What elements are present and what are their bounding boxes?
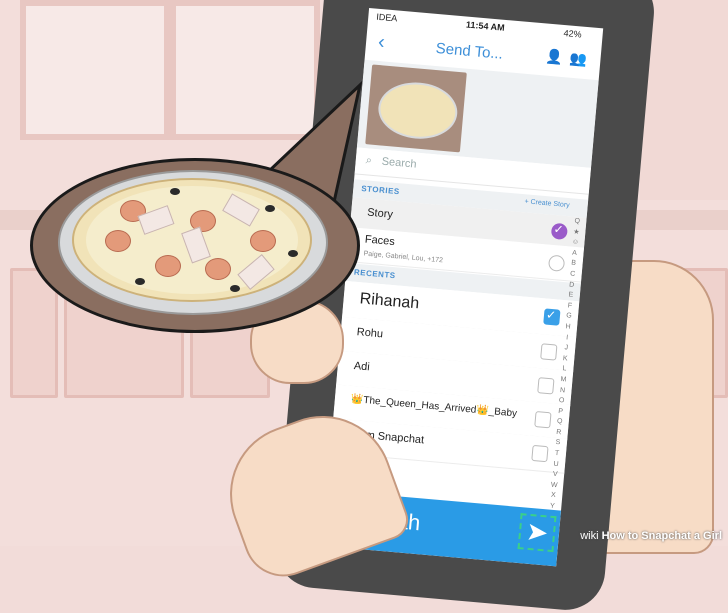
- sausage-topping: [155, 255, 181, 277]
- alphabet-index-letter[interactable]: M: [558, 375, 569, 386]
- alphabet-index-letter[interactable]: O: [556, 396, 567, 407]
- alphabet-index-letter[interactable]: G: [563, 311, 574, 322]
- battery-label: 42%: [563, 28, 583, 40]
- pizza-thumbnail: [376, 79, 460, 142]
- chevron-left-icon[interactable]: ‹: [377, 31, 386, 54]
- send-button[interactable]: [517, 513, 557, 553]
- adi-checkbox[interactable]: [537, 377, 555, 395]
- page-title: Send To...: [435, 39, 504, 63]
- sausage-topping: [205, 258, 231, 280]
- watermark-title: How to Snapchat a Girl: [601, 530, 722, 542]
- wall-right: [640, 0, 728, 200]
- olive-topping: [230, 285, 240, 292]
- alphabet-index-letter[interactable]: Q: [554, 417, 565, 428]
- create-story-link[interactable]: + Create Story: [524, 198, 570, 209]
- rohu-checkbox[interactable]: [540, 343, 558, 361]
- carrier-label: IDEA: [375, 11, 398, 24]
- olive-topping: [265, 205, 275, 212]
- alphabet-index-letter[interactable]: W: [549, 480, 560, 491]
- team-snapchat-checkbox[interactable]: [531, 444, 549, 463]
- alphabet-index-letter[interactable]: Q: [572, 216, 583, 227]
- alphabet-index-letter[interactable]: C: [567, 269, 578, 280]
- adi-label: Adi: [353, 360, 371, 374]
- faces-checkbox[interactable]: [547, 254, 566, 272]
- snap-preview-image: [365, 64, 467, 153]
- send-arrow-icon: [528, 523, 547, 540]
- queen-label: 👑The_Queen_Has_Arrived👑_Baby: [350, 393, 518, 420]
- alphabet-index-letter[interactable]: D: [566, 280, 577, 291]
- queen-checkbox[interactable]: [534, 410, 552, 429]
- rihanah-checkbox[interactable]: ✓: [543, 308, 561, 326]
- window-left: [20, 0, 170, 140]
- alphabet-index-letter[interactable]: U: [551, 459, 562, 470]
- story-label: Story: [366, 206, 394, 221]
- recents-label: RECENTS: [353, 267, 396, 281]
- rohu-label: Rohu: [356, 326, 384, 341]
- add-friend-icon[interactable]: 👤: [545, 48, 564, 66]
- alphabet-index-letter[interactable]: ☺: [570, 238, 581, 249]
- wikihow-watermark: wiki How to Snapchat a Girl: [580, 530, 722, 542]
- alphabet-index-letter[interactable]: R: [553, 428, 564, 439]
- group-icon[interactable]: 👥: [569, 50, 588, 68]
- olive-topping: [288, 250, 298, 257]
- sausage-topping: [105, 230, 131, 252]
- rihanah-label: Rihanah: [358, 290, 420, 313]
- search-placeholder: Search: [381, 155, 418, 171]
- olive-topping: [170, 188, 180, 195]
- story-checkbox[interactable]: ✓: [550, 222, 569, 241]
- faces-members: Paige, Gabriel, Lou, +172: [363, 250, 444, 265]
- clock: 11:54 AM: [465, 19, 506, 33]
- watermark-wiki: wiki: [580, 530, 599, 542]
- olive-topping: [135, 278, 145, 285]
- alphabet-index-letter[interactable]: H: [563, 322, 574, 333]
- sausage-topping: [250, 230, 276, 252]
